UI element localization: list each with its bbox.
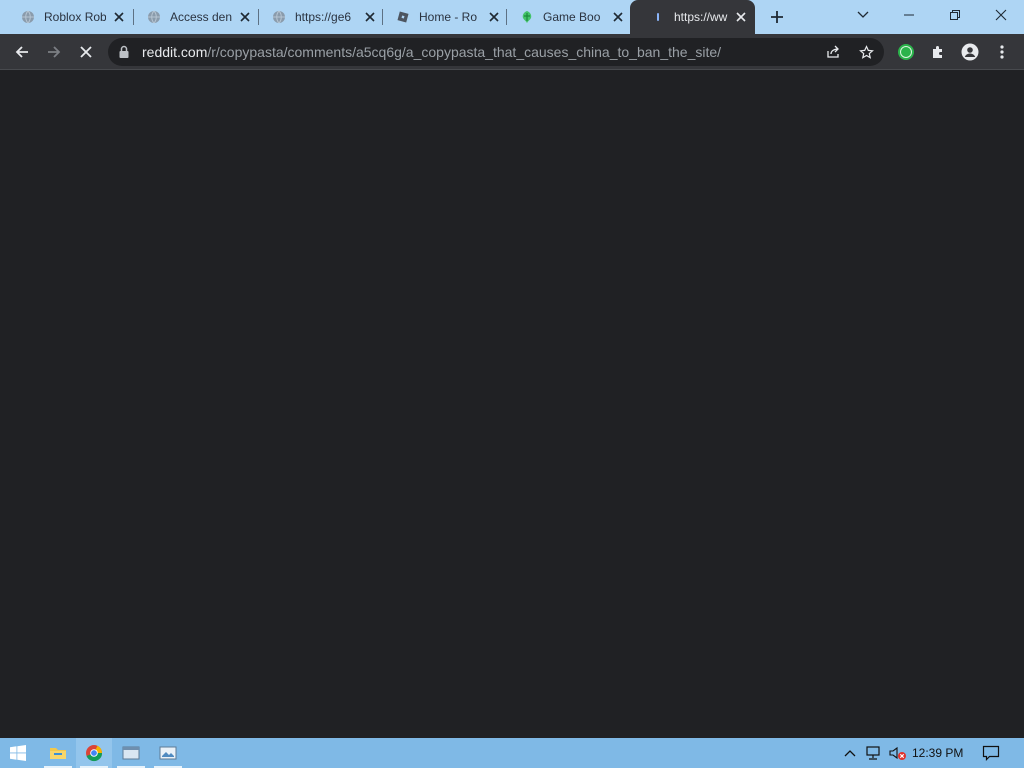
close-icon [995,9,1007,21]
tab-search-button[interactable] [840,0,886,30]
restore-button[interactable] [932,0,978,30]
network-button[interactable] [865,745,883,761]
chevron-down-icon [857,11,869,18]
tab-strip: Roblox Rob Access den https://ge6 Home -… [0,0,1024,34]
stop-loading-button[interactable] [72,38,100,66]
kebab-menu-icon [1000,45,1004,59]
folder-icon [50,748,66,759]
arrow-left-icon [15,46,28,58]
roblox-stats-extension-icon [898,44,914,60]
forward-button[interactable] [40,38,68,66]
back-button[interactable] [8,38,36,66]
close-icon[interactable] [238,10,252,24]
tab-2[interactable]: Access den [126,0,260,34]
extension-rs-button[interactable] [892,38,920,66]
network-icon [866,746,880,760]
show-hidden-icons-button[interactable] [841,745,859,761]
bookmark-button[interactable] [855,42,877,62]
tab-title: Access den [170,10,232,24]
minimize-icon [904,14,914,16]
razer-icon [519,9,535,25]
volume-button[interactable] [889,745,907,761]
tab-title: https://ge6 [295,10,352,24]
taskbar: 12:39 PM [0,738,1024,768]
close-icon [80,46,92,58]
image-app-icon [159,746,177,760]
star-icon [858,44,874,59]
arrow-right-icon [48,46,61,58]
menu-button[interactable] [988,38,1016,66]
app-window-button[interactable] [113,738,149,768]
taskbar-clock[interactable]: 12:39 PM [912,746,963,760]
address-path: /r/copypasta/comments/a5cq6g/a_copypasta… [207,44,722,60]
new-tab-button[interactable] [766,7,788,27]
person-icon [961,43,979,61]
address-text[interactable]: reddit.com/r/copypasta/comments/a5cq6g/a… [142,44,721,60]
tab-1[interactable]: Roblox Rob [0,0,134,34]
plus-icon [771,11,783,23]
restore-icon [950,10,960,20]
tab-5[interactable]: Game Boo [499,0,633,34]
tab-4[interactable]: Home - Ro [375,0,509,34]
address-host: reddit.com [142,44,208,60]
chrome-icon [86,745,103,762]
globe-icon [271,9,287,25]
roblox-icon [395,9,411,25]
file-explorer-button[interactable] [40,738,76,768]
windows-logo-icon [10,745,26,761]
tab-title: https://ww [674,10,728,24]
close-window-button[interactable] [978,0,1024,30]
tab-title: Roblox Rob [44,10,106,24]
close-icon[interactable] [112,10,126,24]
chevron-up-icon [844,750,856,757]
speaker-muted-icon [889,746,906,760]
window-app-icon [122,746,140,760]
start-button[interactable] [0,738,36,768]
globe-icon [146,9,162,25]
minimize-button[interactable] [886,0,932,30]
tab-3[interactable]: https://ge6 [251,0,385,34]
share-button[interactable] [822,42,844,62]
tab-title: Home - Ro [419,10,478,24]
chrome-taskbar-button[interactable] [76,738,112,768]
extensions-button[interactable] [924,38,952,66]
share-icon [826,45,839,58]
lock-icon[interactable] [118,45,130,64]
browser-toolbar: reddit.com/r/copypasta/comments/a5cq6g/a… [0,34,1024,70]
app-image-button[interactable] [150,738,186,768]
globe-icon [20,9,36,25]
loading-icon [650,9,666,25]
close-icon[interactable] [735,10,747,24]
tab-6-active[interactable]: https://ww [630,0,755,34]
address-bar[interactable]: reddit.com/r/copypasta/comments/a5cq6g/a… [108,38,884,66]
tab-title: Game Boo [543,10,601,24]
close-icon[interactable] [611,10,625,24]
page-content-area [0,71,1024,738]
action-center-button[interactable] [982,745,1000,761]
puzzle-icon [933,46,942,58]
profile-button[interactable] [956,38,984,66]
notification-icon [982,745,1000,761]
